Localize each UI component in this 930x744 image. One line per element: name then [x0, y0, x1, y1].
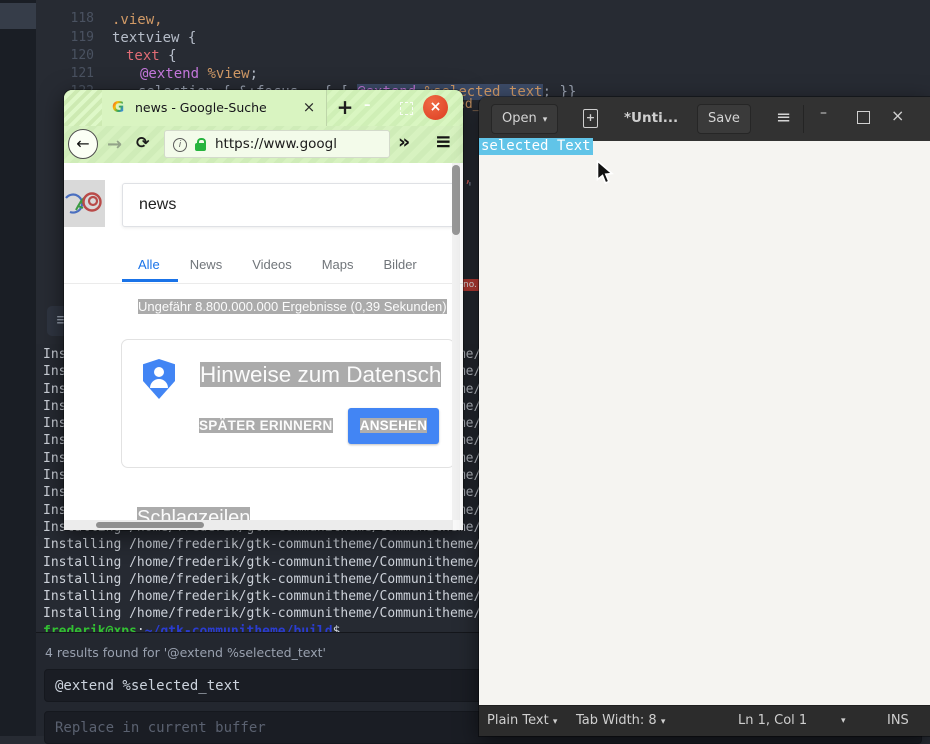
terminal-prompt[interactable]: frederik@xps:~/gtk-communitheme/build$ — [43, 623, 340, 632]
mouse-cursor — [596, 160, 615, 185]
new-tab-button[interactable]: + — [334, 95, 356, 119]
horizontal-scrollbar[interactable] — [64, 520, 463, 530]
chevron-down-icon: ▾ — [553, 717, 558, 727]
toolbar-overflow-button[interactable]: » — [398, 131, 410, 153]
gedit-headerbar[interactable]: Open▾ + *Unti... Save ≡ – × — [479, 97, 930, 142]
forward-button[interactable]: → — [107, 134, 122, 155]
google-tab-news[interactable]: News — [190, 257, 223, 272]
code-line[interactable]: 123 selection { &:focus, { [ @extend %se… — [0, 83, 34, 101]
google-tab-alle[interactable]: Alle — [138, 257, 160, 272]
google-tab-videos[interactable]: Videos — [252, 257, 292, 272]
terminal-output-line: Installing /home/frederik/gtk-communithe… — [43, 588, 513, 605]
code-line[interactable]: 120 textview { — [0, 29, 34, 47]
language-selector[interactable]: Plain Text ▾ — [487, 713, 557, 728]
url-text[interactable]: https://www.googl — [215, 136, 373, 152]
selected-text[interactable]: selected Text — [479, 138, 593, 155]
prompt-path: ~/gtk-communitheme/build — [145, 624, 333, 632]
new-document-button[interactable]: + — [583, 109, 598, 128]
close-button[interactable]: × — [891, 106, 904, 125]
google-tab-bilder[interactable]: Bilder — [384, 257, 417, 272]
back-icon: ← — [76, 134, 89, 153]
https-lock-icon[interactable] — [195, 143, 206, 151]
prompt-user: frederik@xps — [43, 624, 137, 632]
chevron-down-icon[interactable]: ▾ — [841, 716, 846, 726]
result-stats: Ungefähr 8.800.000.000 Ergebnisse (0,39 … — [138, 299, 447, 314]
titlebar-drag-space[interactable] — [64, 90, 103, 126]
terminal-output-line: Installing /home/frederik/gtk-communithe… — [43, 554, 513, 571]
firefox-window: G news - Google-Suche × + – × ← → ⟳ i ht… — [64, 90, 463, 530]
minimize-button[interactable]: – — [364, 98, 371, 113]
reload-button[interactable]: ⟳ — [136, 133, 149, 152]
tab-width-selector[interactable]: Tab Width: 8 ▾ — [576, 713, 665, 728]
code-text: .view, — [112, 12, 163, 28]
new-document-icon: + — [586, 111, 595, 124]
text-editor-area[interactable]: selected Text — [479, 141, 930, 706]
reload-icon: ⟳ — [136, 133, 149, 152]
maximize-button[interactable] — [400, 102, 413, 115]
document-title: *Unti... — [624, 110, 678, 126]
line-number: 121 — [60, 65, 94, 83]
view-button[interactable]: ANSEHEN — [348, 408, 439, 444]
back-button[interactable]: ← — [68, 129, 98, 159]
firefox-titlebar[interactable]: G news - Google-Suche × + – × — [64, 90, 463, 126]
remind-later-button[interactable]: SPÄTER ERINNERN — [199, 418, 333, 433]
code-line[interactable]: 122 @extend %view; — [0, 65, 34, 83]
gedit-statusbar: Plain Text ▾ Tab Width: 8 ▾ Ln 1, Col 1 … — [479, 705, 930, 736]
chevron-down-icon: ▾ — [661, 717, 666, 727]
privacy-notice-card: Hinweise zum Datensch SPÄTER ERINNERN AN… — [121, 339, 455, 468]
chevron-down-icon: ▾ — [543, 115, 548, 125]
code-line[interactable]: 121 text { — [0, 47, 34, 65]
terminal-output-line: Installing /home/frederik/gtk-communithe… — [43, 605, 513, 622]
vertical-scrollbar[interactable] — [452, 163, 460, 520]
hamburger-menu-button[interactable]: ≡ — [435, 129, 452, 153]
privacy-shield-icon — [143, 359, 175, 399]
google-doodle-logo[interactable] — [64, 180, 105, 227]
google-tab-maps[interactable]: Maps — [322, 257, 354, 272]
cursor-position[interactable]: Ln 1, Col 1 — [738, 713, 807, 728]
search-input[interactable] — [123, 184, 454, 226]
active-tab-underline — [122, 279, 178, 282]
google-favicon-icon: G — [112, 99, 124, 115]
tab-title: news - Google-Suche — [135, 100, 267, 115]
find-results-text: 4 results found for '@extend %selected_t… — [45, 645, 326, 660]
line-number: 120 — [60, 47, 94, 65]
lint-badge: no. — [461, 279, 479, 291]
code-line[interactable]: 119 .view, — [0, 11, 34, 29]
tab-close-icon[interactable]: × — [300, 98, 318, 116]
tabs-divider — [64, 283, 463, 284]
google-result-tabs: Alle News Videos Maps Bilder — [138, 257, 417, 272]
code-text: text — [126, 48, 160, 64]
line-number: 118 — [60, 10, 94, 28]
code-text: textview — [112, 30, 179, 46]
hamburger-menu-button[interactable]: ≡ — [776, 107, 791, 128]
code-text: @extend — [140, 66, 199, 82]
header-separator — [803, 105, 804, 133]
terminal-output-line: Installing /home/frederik/gtk-communithe… — [43, 536, 513, 553]
close-button[interactable]: × — [423, 95, 448, 120]
gedit-window: Open▾ + *Unti... Save ≡ – × selected Tex… — [479, 97, 930, 736]
browser-tab[interactable]: G news - Google-Suche × — [102, 90, 327, 126]
minimize-button[interactable]: – — [820, 105, 827, 121]
page-info-icon[interactable]: i — [173, 138, 187, 152]
privacy-card-title: Hinweise zum Datensch — [200, 362, 441, 388]
maximize-button[interactable] — [857, 111, 870, 124]
code-line: 118 — [0, 0, 34, 10]
scrollbar-thumb[interactable] — [452, 165, 460, 235]
terminal-output-line: Installing /home/frederik/gtk-communithe… — [43, 571, 513, 588]
browser-viewport: Alle News Videos Maps Bilder Ungefähr 8.800.… — [64, 163, 463, 520]
section-heading: Schlagzeilen — [137, 507, 250, 520]
save-button[interactable]: Save — [697, 104, 751, 134]
line-number: 119 — [60, 29, 94, 47]
forward-icon: → — [107, 134, 122, 155]
google-search-box[interactable] — [122, 183, 455, 227]
scrollbar-thumb[interactable] — [96, 522, 204, 528]
open-button[interactable]: Open▾ — [491, 104, 558, 134]
url-bar[interactable]: i https://www.googl — [164, 130, 390, 158]
scrollbar-corner — [453, 520, 463, 530]
code-fragment: ' — [466, 181, 474, 196]
insert-mode-indicator[interactable]: INS — [887, 713, 909, 728]
